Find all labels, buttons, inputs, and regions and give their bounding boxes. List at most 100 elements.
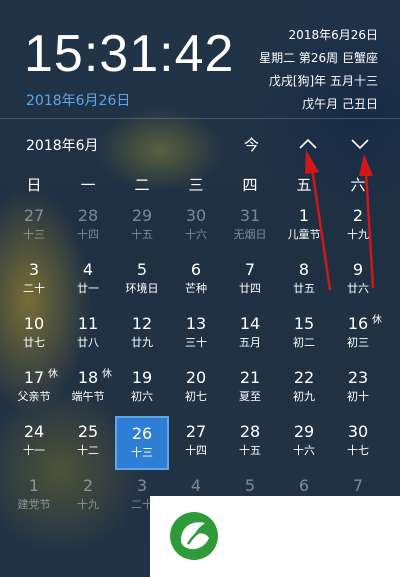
lunar-label: 十五	[131, 228, 153, 241]
day-cell[interactable]: 7 廿四	[223, 254, 277, 308]
date-details-line-3: 戊戌[狗]年 五月十三	[268, 74, 378, 88]
lunar-label: 十五	[239, 444, 261, 457]
lunar-label: 芒种	[185, 282, 207, 295]
day-cell[interactable]: 30 十七	[331, 416, 385, 470]
day-number: 10	[23, 314, 45, 333]
day-cell-today[interactable]: 26 十三	[115, 416, 169, 470]
header-divider	[0, 118, 400, 119]
day-number: 19	[131, 368, 153, 387]
day-cell[interactable]: 31 无烟日	[223, 200, 277, 254]
day-number: 2	[82, 476, 94, 495]
day-cell[interactable]: 22 初九	[277, 362, 331, 416]
previous-month-button[interactable]	[296, 134, 320, 154]
day-number: 2	[352, 206, 364, 225]
day-cell[interactable]: 9 廿六	[331, 254, 385, 308]
day-cell[interactable]: 28 十五	[223, 416, 277, 470]
lunar-label: 初六	[131, 390, 153, 403]
day-cell[interactable]: 3 二十	[7, 254, 61, 308]
day-cell[interactable]: 24 十一	[7, 416, 61, 470]
day-cell[interactable]: 6 芒种	[169, 254, 223, 308]
day-cell[interactable]: 12 廿九	[115, 308, 169, 362]
day-cell[interactable]: 2 十九	[61, 470, 115, 524]
day-number: 31	[239, 206, 261, 225]
lunar-label: 廿四	[239, 282, 261, 295]
lunar-label: 廿九	[131, 336, 153, 349]
lunar-label: 十七	[347, 444, 369, 457]
lunar-label: 初七	[185, 390, 207, 403]
calendar-flyout: 15:31:42 2018年6月26日 2018年6月26日 星期二 第26周 …	[0, 0, 400, 577]
lunar-label: 建党节	[17, 498, 51, 511]
month-label[interactable]: 2018年6月	[26, 135, 99, 155]
day-number: 3	[28, 260, 40, 279]
weekday-label: 三	[188, 175, 204, 194]
lunar-label: 父亲节	[17, 390, 51, 403]
day-cell[interactable]: 2 十九	[331, 200, 385, 254]
day-cell[interactable]: 21 夏至	[223, 362, 277, 416]
day-cell[interactable]: 29 十五	[115, 200, 169, 254]
day-cell[interactable]: 8 廿五	[277, 254, 331, 308]
lunar-label: 廿八	[77, 336, 99, 349]
day-number: 30	[185, 206, 207, 225]
day-number: 26	[131, 424, 153, 443]
lunar-label: 廿六	[347, 282, 369, 295]
day-cell[interactable]: 4 廿一	[61, 254, 115, 308]
day-cell[interactable]: 14 五月	[223, 308, 277, 362]
day-number: 14	[239, 314, 261, 333]
day-cell[interactable]: 18 端午节 休	[61, 362, 115, 416]
day-number: 12	[131, 314, 153, 333]
day-cell[interactable]: 1 儿童节	[277, 200, 331, 254]
day-cell[interactable]: 10 廿七	[7, 308, 61, 362]
day-number: 27	[185, 422, 207, 441]
day-cell[interactable]: 1 建党节	[7, 470, 61, 524]
weekday-header: 日 一 二 三 四 五 六	[7, 168, 385, 200]
day-cell[interactable]: 15 初二	[277, 308, 331, 362]
lunar-label: 廿七	[23, 336, 45, 349]
day-number: 15	[293, 314, 315, 333]
day-number: 1	[28, 476, 40, 495]
date-details-line-2: 星期二 第26周 巨蟹座	[259, 51, 378, 65]
lunar-label: 无烟日	[233, 228, 267, 241]
lunar-label: 十六	[293, 444, 315, 457]
chevron-down-icon	[351, 139, 369, 150]
weekday-label: 六	[350, 175, 366, 194]
day-cell[interactable]: 27 十四	[169, 416, 223, 470]
current-date-link[interactable]: 2018年6月26日	[26, 90, 130, 110]
day-cell[interactable]: 27 十三	[7, 200, 61, 254]
lunar-label: 十九	[77, 498, 99, 511]
day-number: 28	[77, 206, 99, 225]
lunar-label: 端午节	[71, 390, 105, 403]
day-cell[interactable]: 29 十六	[277, 416, 331, 470]
day-cell[interactable]: 16 初三休	[331, 308, 385, 362]
day-cell[interactable]: 28 十四	[61, 200, 115, 254]
day-cell[interactable]: 17 父亲节 休	[7, 362, 61, 416]
day-cell[interactable]: 11 廿八	[61, 308, 115, 362]
lunar-label: 十六	[185, 228, 207, 241]
day-number: 24	[23, 422, 45, 441]
lunar-label: 廿一	[77, 282, 99, 295]
day-cell[interactable]: 30 十六	[169, 200, 223, 254]
day-cell[interactable]: 19 初六	[115, 362, 169, 416]
day-cell[interactable]: 5 环境日	[115, 254, 169, 308]
day-number: 11	[77, 314, 99, 333]
date-details-line-4: 戊午月 己丑日	[302, 97, 378, 111]
lunar-label: 十三	[131, 446, 153, 459]
day-number: 4	[82, 260, 94, 279]
today-button[interactable]: 今	[244, 134, 259, 155]
day-number: 29	[293, 422, 315, 441]
logo-overlay	[150, 496, 400, 577]
lunar-label: 儿童节	[287, 228, 321, 241]
lunar-label: 十九	[347, 228, 369, 241]
day-cell[interactable]: 13 三十	[169, 308, 223, 362]
day-number: 23	[347, 368, 369, 387]
day-cell[interactable]: 20 初七	[169, 362, 223, 416]
next-month-button[interactable]	[348, 134, 372, 154]
weekday-label: 二	[134, 175, 150, 194]
date-details-line-1: 2018年6月26日	[288, 28, 378, 42]
day-cell[interactable]: 23 初十	[331, 362, 385, 416]
lunar-label: 三十	[185, 336, 207, 349]
lunar-label: 初二	[293, 336, 315, 349]
lunar-label: 初十	[347, 390, 369, 403]
date-details: 2018年6月26日 星期二 第26周 巨蟹座 戊戌[狗]年 五月十三 戊午月 …	[259, 24, 378, 116]
day-number: 25	[77, 422, 99, 441]
day-cell[interactable]: 25 十二	[61, 416, 115, 470]
